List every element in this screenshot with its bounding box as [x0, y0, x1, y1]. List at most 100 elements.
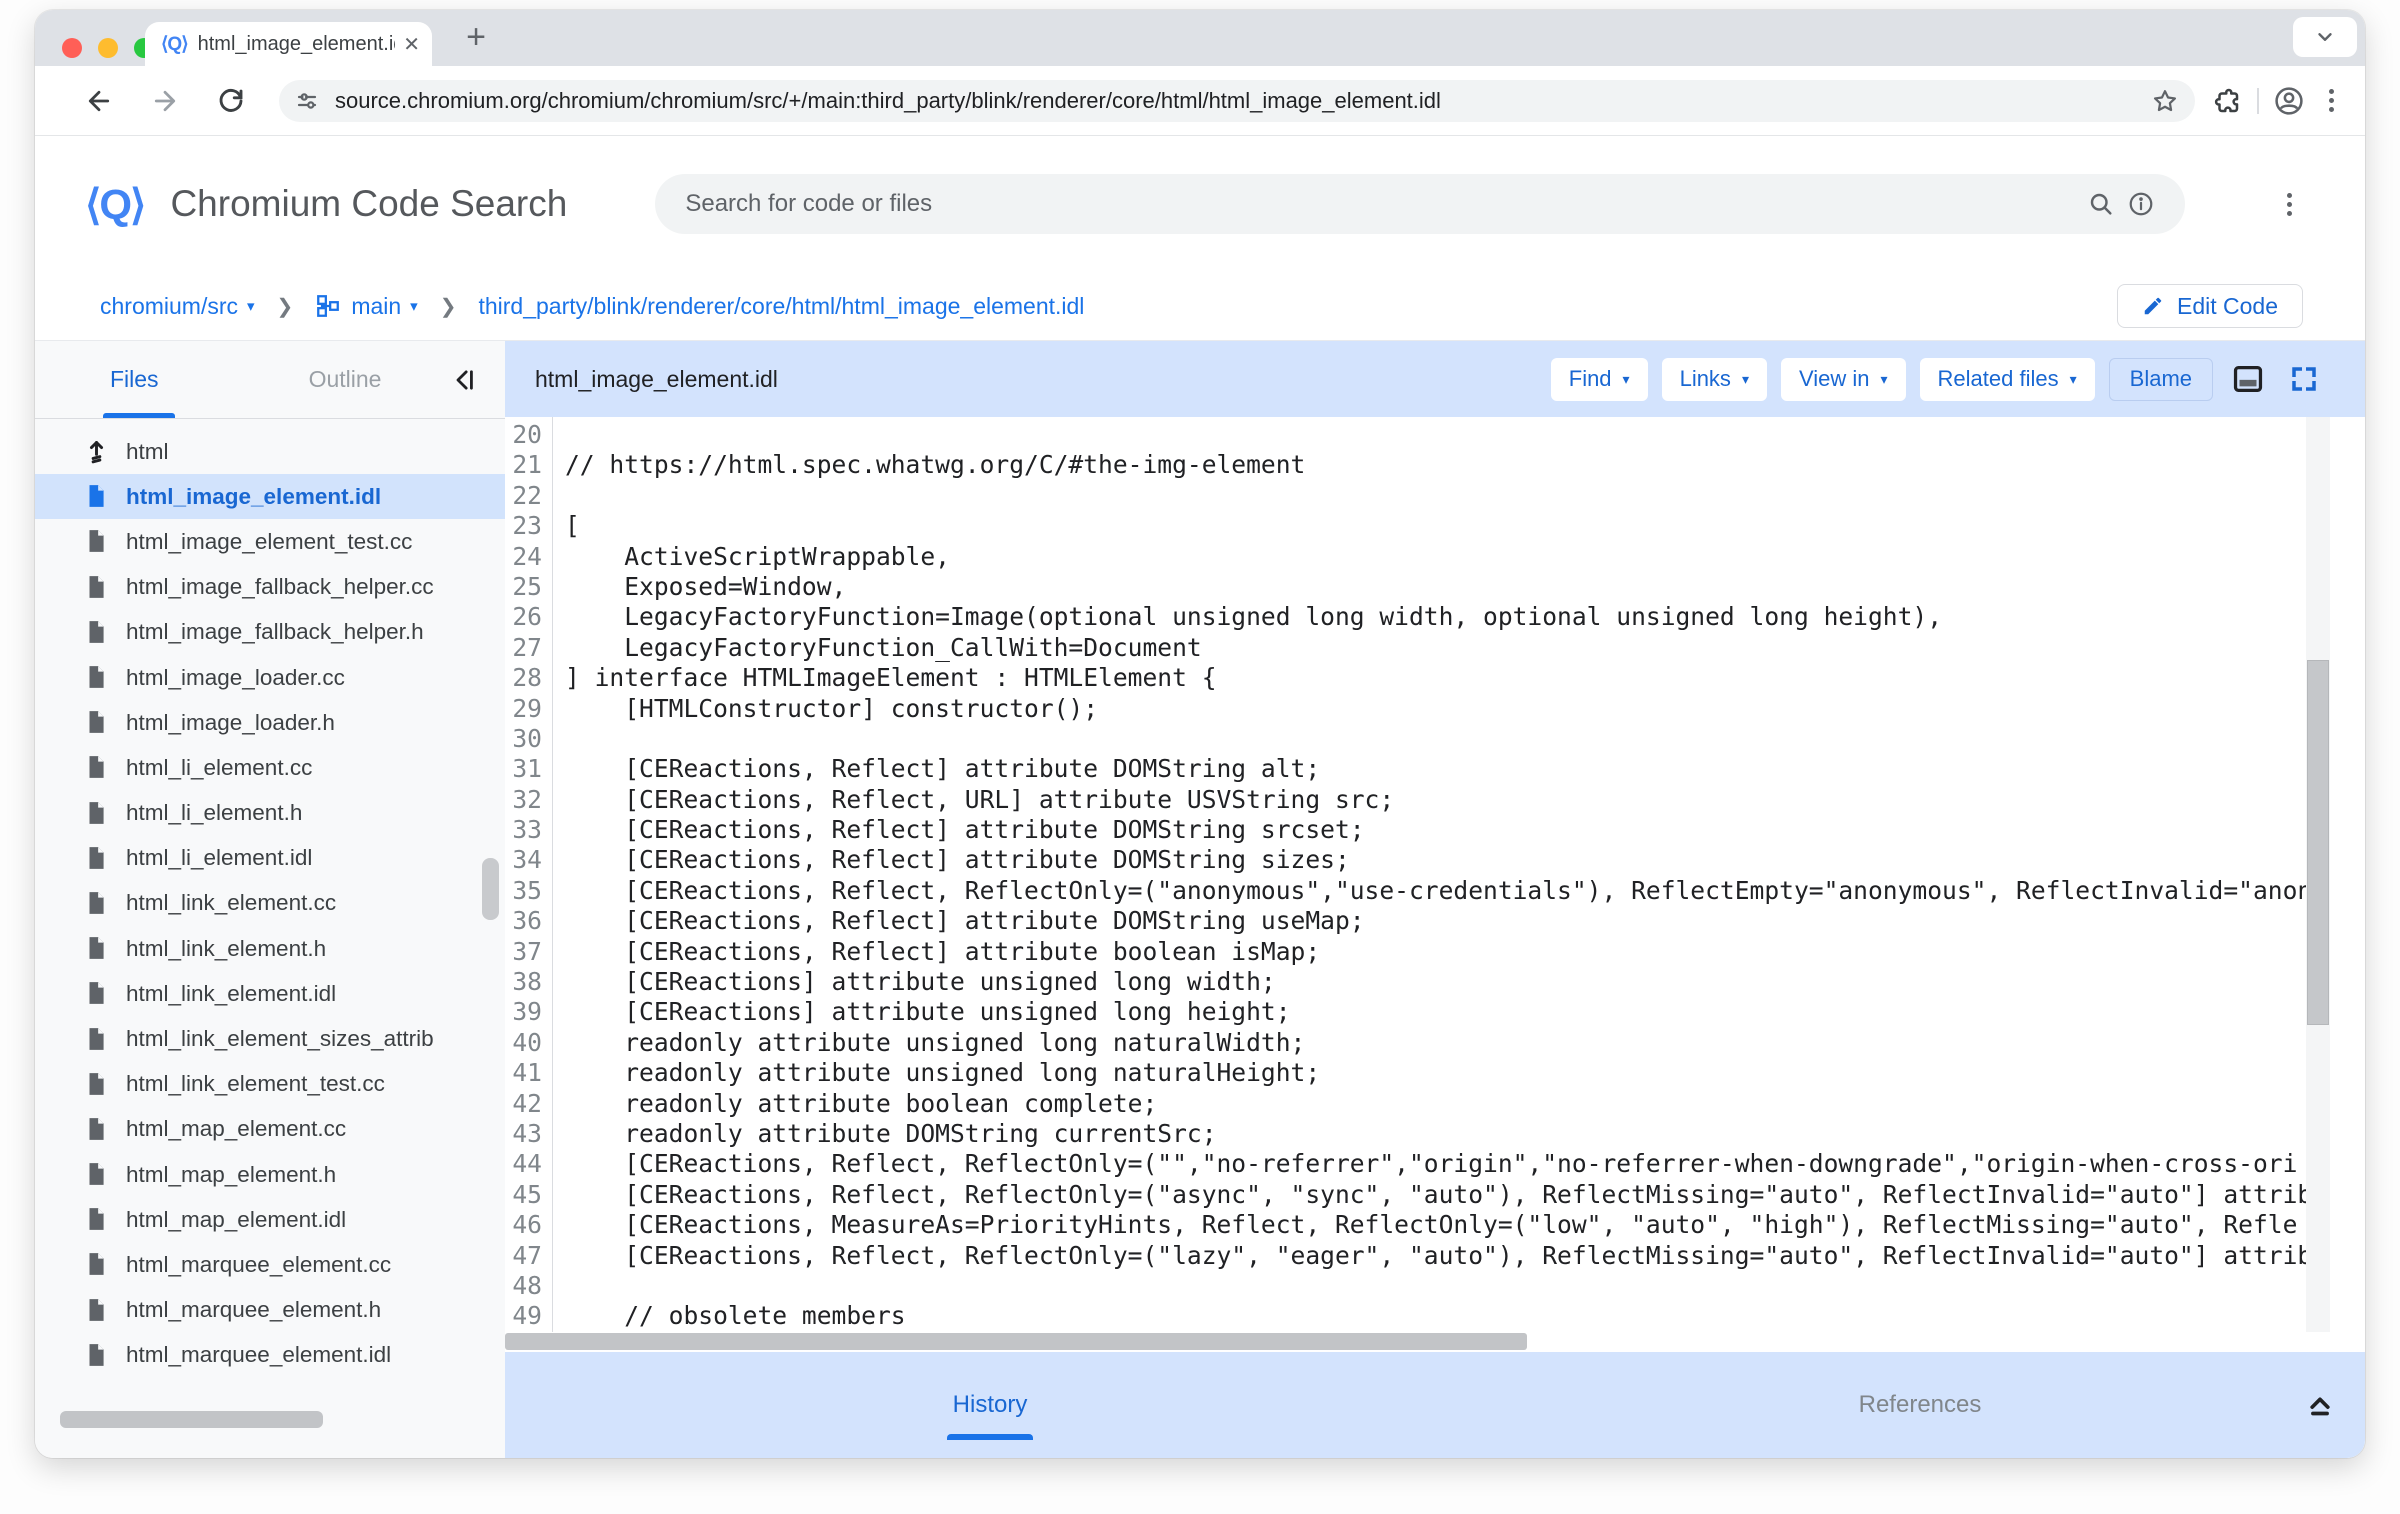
line-number[interactable]: 42 — [505, 1089, 542, 1119]
profile-button[interactable] — [2267, 79, 2311, 123]
line-number[interactable]: 34 — [505, 845, 542, 875]
code-line: 24 ActiveScriptWrappable, — [505, 542, 2365, 572]
line-number[interactable]: 33 — [505, 815, 542, 845]
expand-panel-button[interactable] — [2303, 1388, 2337, 1422]
line-text: [CEReactions, Reflect, URL] attribute US… — [542, 785, 1394, 815]
file-row[interactable]: html_link_element.cc — [35, 881, 505, 926]
line-number[interactable]: 47 — [505, 1241, 542, 1271]
page-menu-button[interactable] — [2269, 182, 2309, 226]
toolbar-dropdown-button[interactable]: Find ▾ — [1551, 358, 1648, 401]
line-number[interactable]: 40 — [505, 1028, 542, 1058]
line-number[interactable]: 35 — [505, 876, 542, 906]
line-number[interactable]: 43 — [505, 1119, 542, 1149]
line-number[interactable]: 24 — [505, 542, 542, 572]
line-number[interactable]: 41 — [505, 1058, 542, 1088]
minimize-window-button[interactable] — [98, 38, 118, 58]
file-row[interactable]: html_li_element.cc — [35, 745, 505, 790]
file-row[interactable]: html_map_element.h — [35, 1152, 505, 1197]
line-number[interactable]: 38 — [505, 967, 542, 997]
file-row[interactable]: html_image_element.idl — [35, 474, 505, 519]
url-text[interactable]: source.chromium.org/chromium/chromium/sr… — [335, 88, 2145, 114]
code-vertical-scrollbar-track[interactable] — [2306, 417, 2330, 1332]
address-bar[interactable]: source.chromium.org/chromium/chromium/sr… — [279, 80, 2195, 122]
file-row[interactable]: html_link_element.idl — [35, 971, 505, 1016]
line-number[interactable]: 28 — [505, 663, 542, 693]
line-number[interactable]: 21 — [505, 450, 542, 480]
parent-directory-row[interactable]: html — [35, 429, 505, 474]
file-row[interactable]: html_link_element.h — [35, 926, 505, 971]
code-horizontal-scrollbar[interactable] — [505, 1332, 2365, 1352]
blame-button[interactable]: Blame — [2109, 358, 2213, 401]
code-vertical-scrollbar-thumb[interactable] — [2307, 660, 2329, 1025]
file-label: html_link_element.idl — [126, 981, 336, 1007]
line-text: [ — [542, 511, 580, 541]
line-number[interactable]: 37 — [505, 937, 542, 967]
code-line: 25 Exposed=Window, — [505, 572, 2365, 602]
toolbar-dropdown-button[interactable]: Related files ▾ — [1920, 358, 2095, 401]
breadcrumb-path[interactable]: third_party/blink/renderer/core/html/htm… — [478, 293, 1084, 320]
code-horizontal-scrollbar-thumb[interactable] — [505, 1333, 1527, 1350]
line-number[interactable]: 27 — [505, 633, 542, 663]
back-button[interactable] — [77, 79, 121, 123]
bookmark-button[interactable] — [2145, 81, 2185, 121]
close-window-button[interactable] — [62, 38, 82, 58]
file-row[interactable]: html_image_fallback_helper.cc — [35, 565, 505, 610]
file-row[interactable]: html_link_element_test.cc — [35, 1062, 505, 1107]
breadcrumb-branch[interactable]: main ▾ — [315, 293, 417, 320]
file-row[interactable]: html_image_loader.h — [35, 700, 505, 745]
toggle-panel-button[interactable] — [2227, 358, 2269, 400]
new-tab-button[interactable]: + — [453, 14, 499, 60]
file-row[interactable]: html_marquee_element.h — [35, 1288, 505, 1333]
file-row[interactable]: html_image_fallback_helper.h — [35, 610, 505, 655]
reload-button[interactable] — [209, 79, 253, 123]
line-number[interactable]: 26 — [505, 602, 542, 632]
tab-history[interactable]: History — [905, 1352, 1075, 1458]
tab-close-icon[interactable]: ✕ — [403, 32, 420, 57]
file-row[interactable]: html_li_element.h — [35, 791, 505, 836]
collapse-sidebar-button[interactable] — [451, 366, 479, 394]
line-number[interactable]: 49 — [505, 1301, 542, 1331]
browser-menu-button[interactable] — [2311, 79, 2351, 123]
edit-code-button[interactable]: Edit Code — [2117, 284, 2303, 328]
tab-files[interactable]: Files — [110, 366, 159, 393]
file-row[interactable]: html_image_element_test.cc — [35, 519, 505, 564]
forward-button[interactable] — [143, 79, 187, 123]
line-number[interactable]: 44 — [505, 1149, 542, 1179]
line-number[interactable]: 30 — [505, 724, 542, 754]
line-number[interactable]: 48 — [505, 1271, 542, 1301]
fullscreen-button[interactable] — [2283, 358, 2325, 400]
file-row[interactable]: html_marquee_element.cc — [35, 1242, 505, 1287]
file-row[interactable]: html_link_element_sizes_attrib — [35, 1016, 505, 1061]
line-number[interactable]: 22 — [505, 481, 542, 511]
breadcrumb-repo[interactable]: chromium/src ▾ — [100, 293, 255, 320]
line-text: LegacyFactoryFunction=Image(optional uns… — [542, 602, 1942, 632]
tab-references[interactable]: References — [1835, 1352, 2005, 1458]
file-row[interactable]: html_marquee_element.idl — [35, 1333, 505, 1378]
file-row[interactable]: html_li_element.idl — [35, 836, 505, 881]
line-number[interactable]: 25 — [505, 572, 542, 602]
line-number[interactable]: 32 — [505, 785, 542, 815]
file-row[interactable]: html_image_loader.cc — [35, 655, 505, 700]
line-number[interactable]: 39 — [505, 997, 542, 1027]
line-number[interactable]: 29 — [505, 694, 542, 724]
tab-search-button[interactable] — [2293, 17, 2357, 57]
sidebar-horizontal-scrollbar[interactable] — [60, 1411, 323, 1428]
file-row[interactable]: html_map_element.idl — [35, 1197, 505, 1242]
line-number[interactable]: 31 — [505, 754, 542, 784]
extensions-button[interactable] — [2205, 79, 2249, 123]
line-number[interactable]: 23 — [505, 511, 542, 541]
search-input[interactable]: Search for code or files — [655, 174, 2185, 234]
line-number[interactable]: 36 — [505, 906, 542, 936]
search-button[interactable] — [2081, 184, 2121, 224]
line-number[interactable]: 45 — [505, 1180, 542, 1210]
code-view[interactable]: 20 21 // https://html.spec.whatwg.org/C/… — [505, 417, 2365, 1332]
search-help-button[interactable] — [2121, 184, 2161, 224]
browser-tab[interactable]: ⟨Q⟩ html_image_element.idl - Chr ✕ — [145, 22, 432, 66]
sidebar-vertical-scrollbar[interactable] — [482, 858, 499, 920]
line-number[interactable]: 20 — [505, 420, 542, 450]
tab-outline[interactable]: Outline — [309, 366, 382, 393]
toolbar-dropdown-button[interactable]: Links ▾ — [1662, 358, 1767, 401]
line-number[interactable]: 46 — [505, 1210, 542, 1240]
toolbar-dropdown-button[interactable]: View in ▾ — [1781, 358, 1906, 401]
file-row[interactable]: html_map_element.cc — [35, 1107, 505, 1152]
